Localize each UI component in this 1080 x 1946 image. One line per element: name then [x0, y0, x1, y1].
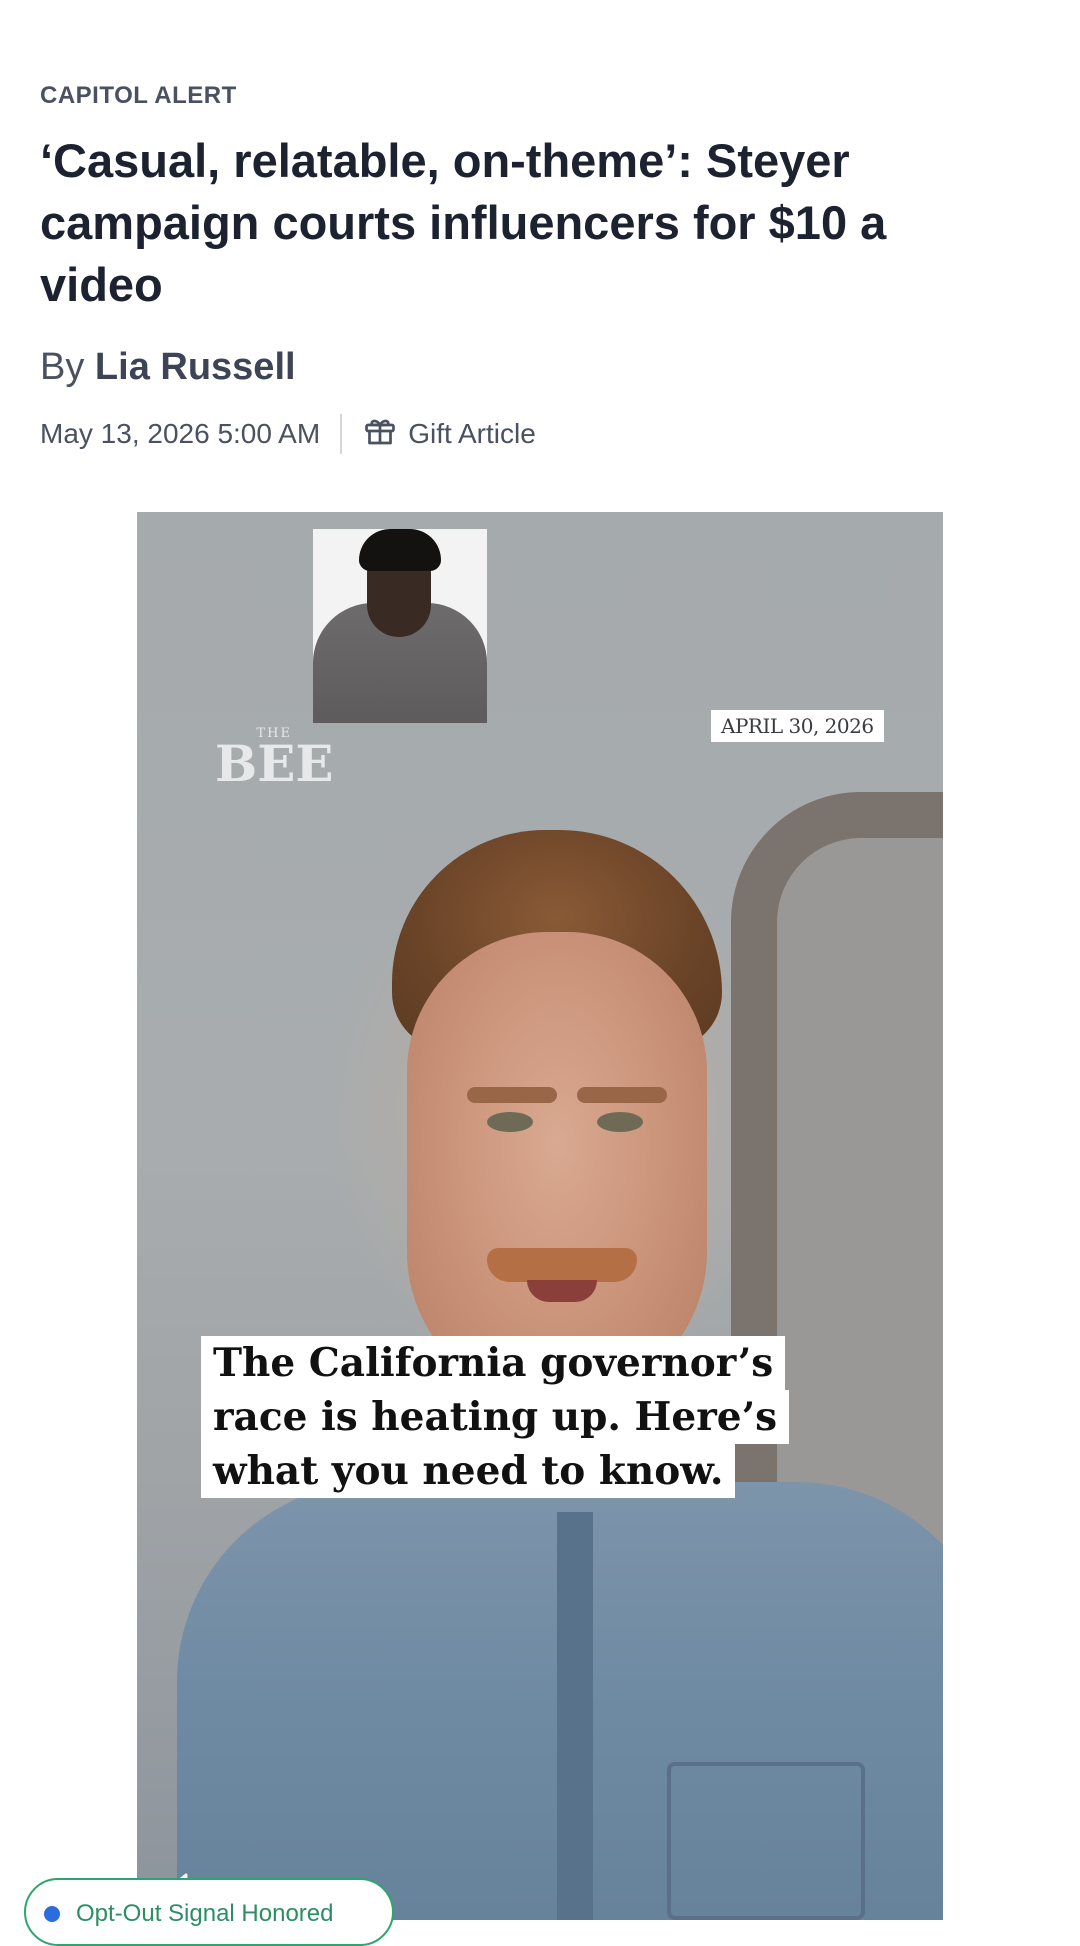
creator-inset-video [313, 529, 487, 723]
author-link[interactable]: Lia Russell [95, 346, 296, 388]
presenter-mustache [487, 1248, 637, 1282]
shirt-pocket [667, 1762, 865, 1920]
meta-divider [340, 414, 343, 454]
left-eye [487, 1112, 533, 1132]
publish-timestamp: May 13, 2026 5:00 AM [40, 418, 321, 449]
gift-article-button[interactable]: Gift Article [362, 413, 536, 456]
logo-main-text: BEE [215, 734, 334, 793]
opt-out-signal-badge[interactable]: Opt-Out Signal Honored [24, 1878, 394, 1946]
opt-out-label: Opt-Out Signal Honored [76, 1900, 334, 1927]
right-eye [597, 1112, 643, 1132]
right-brow [577, 1087, 667, 1103]
video-caption: The California governor’s race is heatin… [201, 1336, 801, 1498]
the-bee-logo: THE BEE [215, 726, 333, 789]
left-brow [467, 1087, 557, 1103]
shirt-placket [557, 1512, 593, 1920]
inset-hair [359, 529, 441, 571]
byline: By Lia Russell [40, 346, 296, 389]
section-kicker[interactable]: CAPITOL ALERT [40, 82, 237, 110]
video-caption-text: The California governor’s race is heatin… [201, 1336, 790, 1498]
video-player[interactable]: THE BEE APRIL 30, 2026 The California go… [137, 512, 943, 1920]
presenter-mouth [527, 1280, 597, 1302]
gift-article-label: Gift Article [408, 418, 536, 449]
video-date-tag: APRIL 30, 2026 [711, 710, 884, 742]
byline-prefix: By [40, 346, 85, 388]
presenter-face [407, 932, 707, 1402]
gift-icon [362, 413, 398, 456]
article-headline: ‘Casual, relatable, on-theme’: Steyer ca… [40, 134, 887, 311]
article-meta: May 13, 2026 5:00 AM Gift Article [40, 412, 536, 456]
